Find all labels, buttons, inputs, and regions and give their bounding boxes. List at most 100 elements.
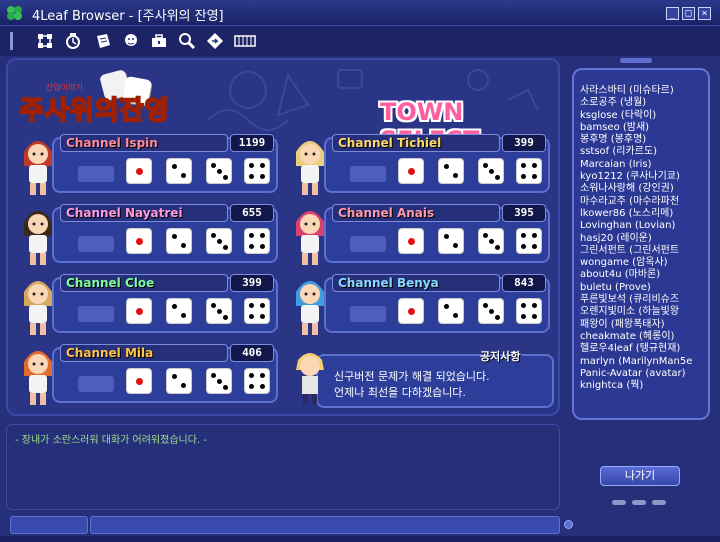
logo-title: 주사위의잔영 bbox=[19, 95, 170, 127]
user-list-item[interactable]: about4u (마바론) bbox=[580, 269, 692, 281]
chat-input-row bbox=[6, 514, 560, 536]
die-pip bbox=[521, 173, 527, 179]
channel-card[interactable]: Channel Benya 843 bbox=[290, 274, 550, 338]
diamond-nav-icon[interactable] bbox=[204, 30, 226, 52]
channel-user-count: 406 bbox=[230, 344, 274, 362]
option-button[interactable] bbox=[632, 500, 646, 505]
die-face-1 bbox=[398, 158, 424, 184]
panel-handle[interactable] bbox=[620, 58, 652, 63]
die-pip bbox=[453, 173, 459, 179]
chat-mode-selector[interactable] bbox=[10, 516, 88, 534]
option-button[interactable] bbox=[612, 500, 626, 505]
channel-character-avatar bbox=[296, 281, 324, 335]
die-pip bbox=[135, 237, 143, 245]
die-pip bbox=[135, 377, 143, 385]
character-icon[interactable] bbox=[120, 30, 142, 52]
toolbar bbox=[0, 26, 720, 56]
die-pip bbox=[443, 233, 449, 239]
die-pip bbox=[488, 308, 494, 314]
channel-user-count: 399 bbox=[230, 274, 274, 292]
die-pip bbox=[171, 233, 177, 239]
user-list-item[interactable]: 그린서펀트 (그린서펀트 bbox=[580, 245, 692, 257]
channel-card[interactable]: Channel Mila 406 bbox=[18, 344, 278, 408]
channel-card[interactable]: Channel Tichiel 399 bbox=[290, 134, 550, 198]
die-face-3 bbox=[478, 228, 504, 254]
user-list-item[interactable]: 푸른빛보석 (큐리비슈즈 bbox=[580, 294, 692, 306]
chat-input[interactable] bbox=[90, 516, 560, 534]
user-list-item[interactable]: 패왕이 (패왕폭태자) bbox=[580, 319, 692, 331]
channel-name: Channel Nayatrei bbox=[66, 206, 183, 220]
die-pip bbox=[181, 313, 187, 319]
user-list-item[interactable]: bamseo (밤새) bbox=[580, 122, 692, 134]
channel-card[interactable]: Channel Anais 395 bbox=[290, 204, 550, 268]
user-list-item[interactable]: 사라스바티 (미슈타르) bbox=[580, 85, 692, 97]
network-icon[interactable] bbox=[34, 30, 56, 52]
die-pip bbox=[494, 314, 500, 320]
user-list-item[interactable]: Panic-Avatar (avatar) bbox=[580, 368, 692, 380]
die-face-3 bbox=[206, 368, 232, 394]
town-select-panel: 잔영이야기 주사위의잔영 TOWN SELECT Channel Ispin11… bbox=[6, 58, 560, 416]
channel-slot bbox=[78, 376, 114, 392]
user-list-item[interactable]: cheakmate (헤롱이) bbox=[580, 331, 692, 343]
close-button[interactable]: × bbox=[698, 7, 711, 20]
alarm-icon[interactable] bbox=[62, 30, 84, 52]
channel-character-avatar bbox=[296, 211, 324, 265]
die-pip bbox=[453, 313, 459, 319]
user-list-item[interactable]: buletu (Prove) bbox=[580, 282, 692, 294]
user-list-item[interactable]: kyo1212 (쿠사나기쿄) bbox=[580, 171, 692, 183]
option-button[interactable] bbox=[652, 500, 666, 505]
die-pip bbox=[494, 174, 500, 180]
die-face-4 bbox=[244, 228, 270, 254]
system-message: - 장내가 소란스러워 대화가 어려워졌습니다. - bbox=[15, 435, 207, 446]
die-face-4 bbox=[516, 228, 542, 254]
user-list-item[interactable]: lkower86 (노스리메) bbox=[580, 208, 692, 220]
die-face-3 bbox=[478, 298, 504, 324]
notice-title: 공지사항 bbox=[480, 350, 521, 363]
user-list-item[interactable]: 마수라교주 (마수라파천 bbox=[580, 196, 692, 208]
die-pip bbox=[259, 233, 265, 239]
channel-card[interactable]: Channel Cloe 399 bbox=[18, 274, 278, 338]
die-pip bbox=[249, 243, 255, 249]
die-pip bbox=[135, 167, 143, 175]
notebook-icon[interactable] bbox=[92, 30, 114, 52]
channel-card[interactable]: Channel Ispin 1199 bbox=[18, 134, 278, 198]
die-pip bbox=[259, 313, 265, 319]
user-list-item[interactable]: knightca (뭑) bbox=[580, 380, 692, 392]
channel-card[interactable]: Channel Nayatrei 655 bbox=[18, 204, 278, 268]
user-list-item[interactable]: ksglose (타락이) bbox=[580, 110, 692, 122]
channel-user-count: 1199 bbox=[230, 134, 274, 152]
user-list-item[interactable]: marlyn (MarilynMan5e bbox=[580, 356, 692, 368]
user-list-item[interactable]: sstsof (리카르도) bbox=[580, 146, 692, 158]
bottom-border bbox=[0, 536, 720, 542]
die-pip bbox=[135, 307, 143, 315]
search-icon[interactable] bbox=[176, 30, 198, 52]
film-icon[interactable] bbox=[234, 30, 256, 52]
die-pip bbox=[171, 303, 177, 309]
user-list[interactable]: 사라스바티 (미슈타르) 소로공주 (냉월) ksglose (타락이) bamseo… bbox=[572, 68, 710, 420]
die-pip bbox=[407, 167, 415, 175]
maximize-button[interactable]: □ bbox=[682, 7, 695, 20]
user-list-item[interactable]: 오렌지빛미소 (하늘빛왕 bbox=[580, 306, 692, 318]
user-list-item[interactable]: wongame (암옥사) bbox=[580, 257, 692, 269]
user-list-item[interactable]: 봉후명 (봉후명) bbox=[580, 134, 692, 146]
die-pip bbox=[482, 232, 488, 238]
die-pip bbox=[531, 163, 537, 169]
user-list-item[interactable]: 헬로우4leaf (탱규현재) bbox=[580, 343, 692, 355]
chat-area[interactable]: - 장내가 소란스러워 대화가 어려워졌습니다. - bbox=[6, 424, 560, 510]
die-pip bbox=[222, 384, 228, 390]
die-face-2 bbox=[438, 228, 464, 254]
user-list-item[interactable]: Marcaian (Iris) bbox=[580, 159, 692, 171]
die-pip bbox=[249, 383, 255, 389]
die-pip bbox=[171, 373, 177, 379]
user-list-item[interactable]: 소워나사랑해 (강인권) bbox=[580, 183, 692, 195]
user-list-item[interactable]: Lovinghan (Lovian) bbox=[580, 220, 692, 232]
exit-button[interactable]: 나가기 bbox=[600, 466, 680, 486]
user-list-item[interactable]: 소로공주 (냉월) bbox=[580, 97, 692, 109]
channel-slot bbox=[78, 166, 114, 182]
briefcase-icon[interactable] bbox=[148, 30, 170, 52]
die-pip bbox=[259, 373, 265, 379]
minimize-button[interactable]: _ bbox=[666, 7, 679, 20]
die-pip bbox=[181, 173, 187, 179]
user-list-item[interactable]: hasj20 (레이운) bbox=[580, 233, 692, 245]
die-pip bbox=[216, 378, 222, 384]
